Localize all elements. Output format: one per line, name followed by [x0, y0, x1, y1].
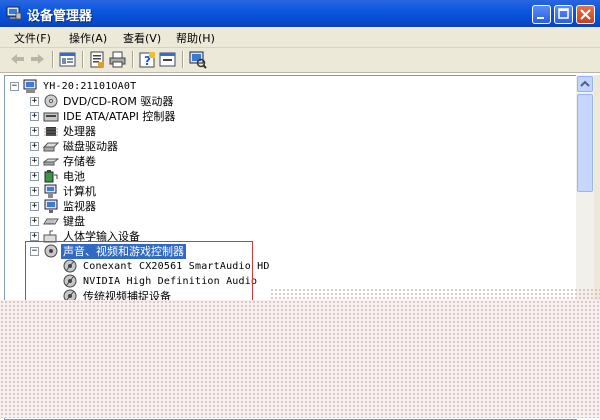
expand-toggle[interactable]: +: [30, 127, 39, 136]
tree-item-label: 计算机: [63, 185, 96, 198]
expand-toggle[interactable]: +: [30, 97, 39, 106]
device-manager-icon: [6, 6, 22, 20]
expand-toggle[interactable]: +: [30, 217, 39, 226]
toolbar: ?: [0, 48, 600, 73]
expand-toggle[interactable]: +: [30, 142, 39, 151]
scan-hardware-button[interactable]: [188, 50, 207, 69]
tree-item-label: 磁盘驱动器: [63, 140, 118, 153]
close-icon: [580, 9, 591, 20]
properties-button[interactable]: [88, 50, 107, 69]
scan-hardware-icon: [189, 51, 207, 69]
disk-drive-icon: [43, 142, 59, 152]
print-button[interactable]: [108, 50, 127, 69]
tree-item-label: 监视器: [63, 200, 96, 213]
menu-action[interactable]: 操作(A): [69, 30, 107, 46]
properties-icon: [90, 51, 104, 68]
expand-toggle[interactable]: +: [30, 202, 39, 211]
computer-icon: [23, 79, 37, 93]
help-button[interactable]: ?: [138, 50, 157, 69]
minimize-button[interactable]: [532, 5, 551, 24]
refresh-icon: [159, 52, 176, 67]
storage-volume-icon: [43, 158, 59, 166]
battery-icon: [44, 170, 58, 183]
menu-view[interactable]: 查看(V): [123, 30, 161, 46]
refresh-button[interactable]: [158, 50, 177, 69]
print-icon: [109, 51, 126, 68]
title-bar: 设备管理器: [0, 0, 600, 27]
forward-icon: [31, 54, 44, 64]
computer-icon: [44, 184, 57, 198]
forward-button[interactable]: [28, 50, 47, 69]
maximize-button[interactable]: [554, 5, 573, 24]
menu-file[interactable]: 文件(F): [14, 30, 51, 46]
processor-icon: [44, 127, 58, 136]
expand-toggle[interactable]: +: [30, 172, 39, 181]
back-button[interactable]: [8, 50, 27, 69]
expand-toggle[interactable]: +: [30, 187, 39, 196]
tree-view-icon: [59, 52, 76, 67]
collapse-toggle[interactable]: −: [10, 82, 19, 91]
tree-item-label: 存储卷: [63, 155, 96, 168]
menu-bar: 文件(F) 操作(A) 查看(V) 帮助(H): [0, 27, 600, 48]
highlight-box: [25, 241, 253, 305]
scroll-up-button[interactable]: [577, 76, 593, 92]
back-icon: [11, 54, 24, 64]
window-title: 设备管理器: [27, 9, 93, 24]
dvd-drive-icon: [44, 94, 58, 108]
scroll-thumb[interactable]: [577, 94, 593, 192]
tree-item-label: IDE ATA/ATAPI 控制器: [63, 110, 176, 123]
help-icon: ?: [139, 52, 155, 68]
tree-item-label: DVD/CD-ROM 驱动器: [63, 95, 174, 108]
expand-toggle[interactable]: +: [30, 112, 39, 121]
close-button[interactable]: [576, 5, 595, 24]
tree-item-label: 键盘: [63, 215, 85, 228]
maximize-icon: [558, 8, 569, 19]
chevron-up-icon: [580, 80, 590, 87]
tree-item-label: 处理器: [63, 125, 96, 138]
root-label: YH-20:21101OA0T: [43, 81, 137, 92]
ide-controller-icon: [43, 112, 59, 122]
dotted-overlay: [0, 300, 600, 418]
monitor-icon: [44, 199, 58, 213]
expand-toggle[interactable]: +: [30, 157, 39, 166]
menu-help[interactable]: 帮助(H): [176, 30, 215, 46]
expand-toggle[interactable]: +: [30, 232, 39, 241]
tree-view-button[interactable]: [58, 50, 77, 69]
tree-item-label: 电池: [63, 170, 85, 183]
minimize-icon: [537, 17, 544, 19]
keyboard-icon: [43, 218, 59, 225]
